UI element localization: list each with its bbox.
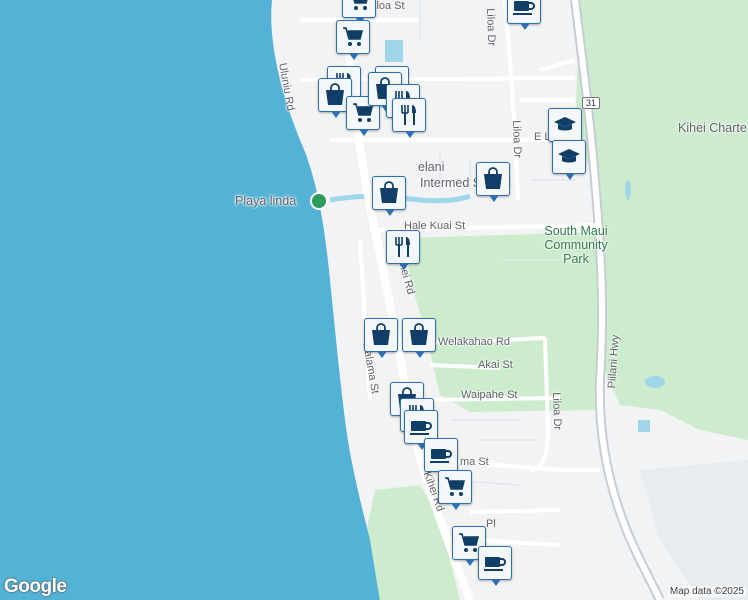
school-icon xyxy=(553,113,577,137)
map-attribution[interactable]: Map data ©2025 xyxy=(667,586,746,597)
coffee-pin[interactable] xyxy=(507,0,541,30)
school-pin[interactable] xyxy=(548,108,582,148)
shopping-bag-icon xyxy=(369,323,393,347)
welakahao-rd-label: Welakahao Rd xyxy=(438,336,510,348)
coffee-pin[interactable] xyxy=(424,438,458,478)
liloa-dr-label: Liloa Dr xyxy=(484,8,498,47)
cart-icon xyxy=(443,475,467,499)
cart-pin[interactable] xyxy=(438,470,472,510)
shopping-bag-icon xyxy=(481,167,505,191)
akai-st-label: Akai St xyxy=(478,359,513,371)
shopping-bag-pin[interactable] xyxy=(476,162,510,202)
school-icon xyxy=(557,145,581,169)
liloa-dr-label: Liloa Dr xyxy=(550,392,564,431)
shopping-bag-icon xyxy=(323,83,347,107)
restaurant-icon xyxy=(397,103,421,127)
liloa-dr-label: Liloa Dr xyxy=(510,120,524,159)
coffee-icon xyxy=(483,551,507,575)
coffee-icon xyxy=(512,0,536,19)
coffee-icon xyxy=(429,443,453,467)
restaurant-pin[interactable] xyxy=(386,230,420,270)
waipahe-st-label: Waipahe St xyxy=(461,389,518,401)
south-maui-park-label: South Maui Community Park xyxy=(544,224,608,266)
lelani-label: elani xyxy=(418,160,445,174)
school-pin[interactable] xyxy=(552,140,586,180)
coffee-icon xyxy=(409,415,433,439)
cart-icon xyxy=(341,25,365,49)
shopping-bag-pin[interactable] xyxy=(372,176,406,216)
shopping-bag-pin[interactable] xyxy=(402,318,436,358)
playa-linda-label: Playa linda xyxy=(235,194,297,208)
coffee-pin[interactable] xyxy=(478,546,512,586)
cart-pin[interactable] xyxy=(342,0,376,24)
restaurant-icon xyxy=(391,235,415,259)
restaurant-pin[interactable] xyxy=(392,98,426,138)
highway-31-shield: 31 xyxy=(582,97,601,109)
shopping-bag-pin[interactable] xyxy=(364,318,398,358)
cart-pin[interactable] xyxy=(336,20,370,60)
park-marker-icon[interactable] xyxy=(310,192,328,210)
shopping-bag-icon xyxy=(407,323,431,347)
cart-icon xyxy=(347,0,371,13)
google-logo: Google xyxy=(4,576,67,597)
ma-st-label: ma St xyxy=(460,456,489,468)
shopping-bag-icon xyxy=(377,181,401,205)
pl-label: Pl xyxy=(486,518,496,530)
kihei-charter-label: Kihei Charte xyxy=(678,121,747,135)
iloa-st-label: iloa St xyxy=(374,0,405,12)
